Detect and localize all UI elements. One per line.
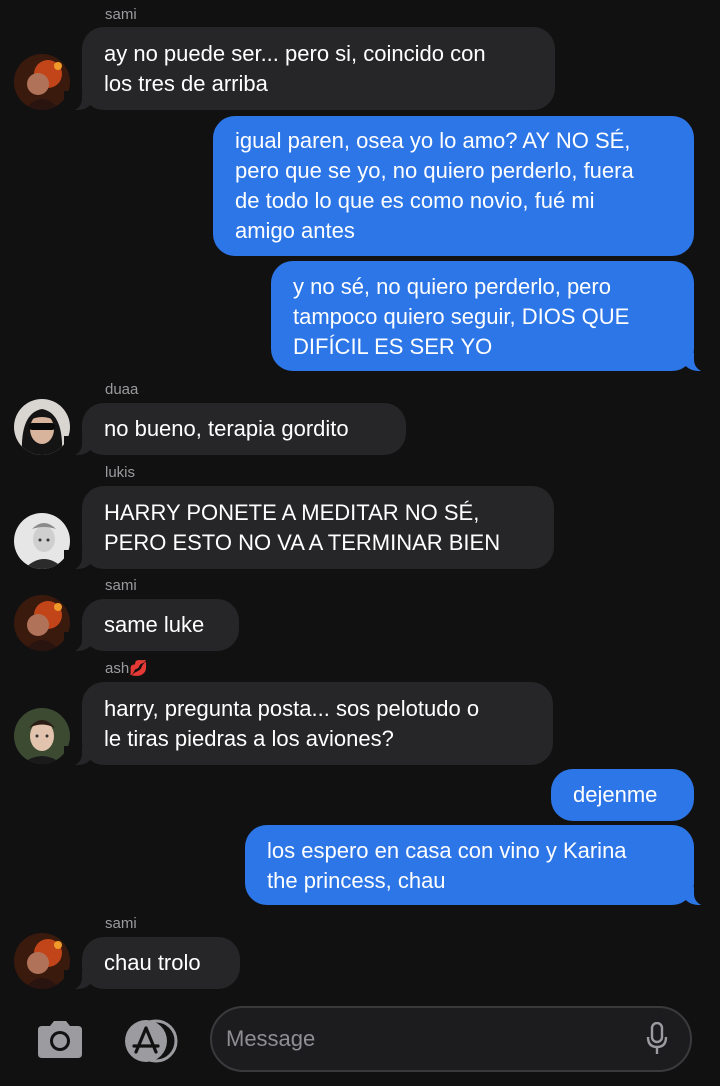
message-bubble-incoming[interactable]: chau trolo [64,937,240,990]
message-bubble-outgoing[interactable]: igual paren, osea yo lo amo? AY NO SÉ, p… [213,116,694,256]
avatar-ash[interactable] [14,708,70,764]
sender-name: ash💋 [105,660,148,677]
camera-icon[interactable] [34,1020,86,1060]
avatar-sami[interactable] [14,54,70,110]
avatar-sami[interactable] [14,595,70,651]
app-store-icon[interactable] [120,1018,182,1064]
sender-name: sami [105,6,137,23]
message-bubble-outgoing[interactable]: los espero en casa con vino y Karina the… [245,825,712,906]
sender-name: sami [105,915,137,932]
message-bubble-incoming[interactable]: ay no puede ser... pero si, coincido con… [64,27,555,111]
message-bubble-incoming[interactable]: HARRY PONETE A MEDITAR NO SÉ, PERO ESTO … [64,486,554,570]
microphone-icon[interactable] [646,1021,668,1056]
message-bubble-incoming[interactable]: same luke [64,599,239,652]
avatar-lukis[interactable] [14,513,70,569]
avatar-sami[interactable] [14,933,70,989]
message-bubble-incoming[interactable]: harry, pregunta posta... sos pelotudo o … [64,682,553,766]
message-input-container[interactable] [210,1006,692,1072]
message-bubble-incoming[interactable]: no bueno, terapia gordito [64,403,406,456]
avatar-duaa[interactable] [14,399,70,455]
message-input[interactable] [226,1022,626,1056]
message-bubble-outgoing[interactable]: dejenme [551,769,694,821]
message-bubble-outgoing[interactable]: y no sé, no quiero perderlo, pero tampoc… [271,261,712,372]
sender-name: sami [105,577,137,594]
sender-name: duaa [105,381,139,398]
sender-name: lukis [105,464,136,481]
